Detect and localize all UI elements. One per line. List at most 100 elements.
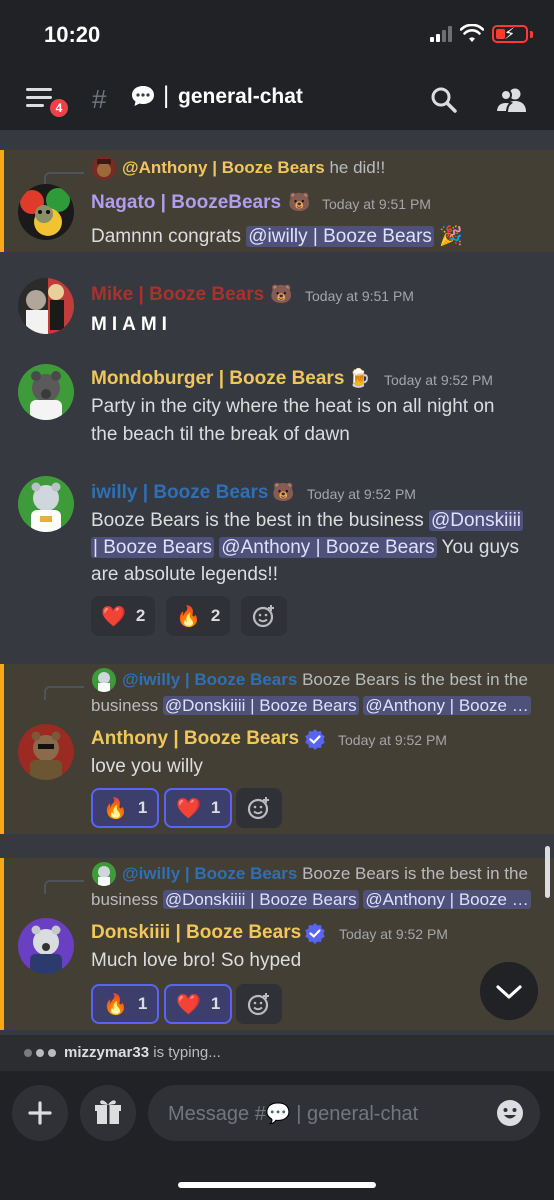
notification-badge: 4 (47, 96, 71, 120)
bear-emoji: 🐻 (272, 482, 295, 502)
reaction-fire[interactable]: 🔥 1 (91, 788, 160, 828)
heart-emoji: ❤️ (101, 605, 126, 628)
status-bar: 10:20 ⚡ (0, 0, 554, 66)
beer-emoji: 🍺 (348, 368, 371, 388)
reply-connector (44, 880, 84, 894)
message-mike: Mike | Booze Bears 🐻 Today at 9:51 PM MI… (0, 276, 554, 348)
reply-connector (44, 686, 84, 700)
username[interactable]: Mondoburger | Booze Bears (91, 368, 344, 390)
speech-bubble-icon: 💬 (265, 1103, 291, 1125)
message-text: are absolute legends!! (91, 564, 278, 585)
reply-avatar (92, 156, 116, 180)
avatar[interactable] (18, 184, 74, 240)
typing-text: mizzymar33 is typing... (64, 1044, 221, 1061)
fire-emoji: 🔥 (103, 993, 128, 1016)
reply-preview[interactable]: @Anthony | Booze Bears he did!! (122, 158, 385, 178)
bear-emoji: 🐻 (288, 192, 311, 212)
timestamp: Today at 9:51 PM (305, 288, 414, 304)
avatar[interactable] (18, 724, 74, 780)
message-nagato: @Anthony | Booze Bears he did!! Nagato |… (0, 150, 554, 252)
reaction-count: 1 (137, 798, 148, 817)
wifi-icon (460, 24, 484, 42)
message-text: Booze Bears is the best in the business … (91, 510, 524, 531)
add-reaction-icon[interactable] (241, 596, 287, 636)
username[interactable]: Donskiiii | Booze Bears (91, 922, 301, 944)
reaction-heart[interactable]: ❤️ 2 (91, 596, 156, 636)
members-icon[interactable] (495, 86, 527, 114)
reaction-fire[interactable]: 🔥 1 (91, 984, 160, 1024)
jump-to-present-button[interactable] (480, 962, 538, 1020)
reaction-heart[interactable]: ❤️ 1 (164, 984, 233, 1024)
search-icon[interactable] (430, 86, 458, 114)
typing-dots-icon (24, 1049, 58, 1057)
message-text: Much love bro! So hyped (91, 950, 302, 971)
message-text: love you willy (91, 756, 203, 777)
bear-emoji: 🐻 (270, 284, 293, 304)
locked-channel-hash-icon: # (92, 84, 107, 114)
user-mention[interactable]: @Donskiiii (428, 510, 524, 531)
avatar[interactable] (18, 918, 74, 974)
timestamp: Today at 9:52 PM (384, 372, 493, 388)
message-text: | Booze Bears @Anthony | Booze Bears You… (91, 537, 520, 558)
home-indicator (178, 1182, 376, 1188)
username[interactable]: Anthony | Booze Bears (91, 728, 299, 750)
battery-cap (530, 31, 533, 38)
gift-icon[interactable] (80, 1085, 136, 1141)
fire-emoji: 🔥 (103, 797, 128, 820)
reply-avatar (92, 862, 116, 886)
reaction-count: 2 (135, 606, 146, 625)
reply-preview[interactable]: @iwilly | Booze Bears Booze Bears is the… (122, 864, 528, 884)
user-mention[interactable]: @Anthony | Booze Bears (219, 537, 437, 558)
charging-bolt-icon: ⚡ (504, 26, 516, 43)
reaction-count: 2 (210, 606, 221, 625)
user-mention[interactable]: | Booze Bears (91, 537, 215, 558)
composer: Message #💬 | general-chat (0, 1071, 554, 1200)
reply-preview-line2: business @Donskiiii | Booze Bears @Antho… (91, 890, 531, 909)
message-text: MIAMI (91, 314, 172, 335)
verified-badge-icon (305, 729, 325, 750)
reaction-heart[interactable]: ❤️ 1 (164, 788, 233, 828)
avatar[interactable] (18, 476, 74, 532)
heart-emoji: ❤️ (176, 993, 201, 1016)
message-text: Damnnn congrats @iwilly | Booze Bears 🎉 (91, 226, 463, 247)
username[interactable]: iwilly | Booze Bears (91, 482, 268, 504)
cellular-signal-icon (430, 26, 454, 42)
typing-indicator: mizzymar33 is typing... (0, 1035, 554, 1071)
timestamp: Today at 9:52 PM (338, 732, 447, 748)
speech-bubble-icon (132, 86, 154, 106)
message-text: the beach til the break of dawn (91, 424, 350, 445)
message-text: Party in the city where the heat is on a… (91, 396, 495, 417)
message-iwilly: iwilly | Booze Bears 🐻 Today at 9:52 PM … (0, 474, 554, 644)
heart-emoji: ❤️ (176, 797, 201, 820)
channel-header: 4 # | general-chat (0, 66, 554, 130)
message-donskiiii: @iwilly | Booze Bears Booze Bears is the… (0, 858, 554, 1030)
message-placeholder: Message #💬 | general-chat (168, 1103, 419, 1125)
timestamp: Today at 9:52 PM (307, 486, 416, 502)
username[interactable]: Nagato | BoozeBears (91, 192, 281, 214)
user-mention[interactable]: @iwilly | Booze Bears (246, 226, 434, 247)
message-input[interactable]: Message #💬 | general-chat (148, 1085, 540, 1141)
timestamp: Today at 9:51 PM (322, 196, 431, 212)
status-time: 10:20 (44, 22, 101, 47)
emoji-picker-icon[interactable] (496, 1099, 524, 1127)
message-list[interactable]: @Anthony | Booze Bears he did!! Nagato |… (0, 130, 554, 1035)
add-reaction-icon[interactable] (236, 788, 282, 828)
channel-title[interactable]: general-chat (178, 85, 303, 109)
message-anthony: @iwilly | Booze Bears Booze Bears is the… (0, 664, 554, 834)
avatar[interactable] (18, 278, 74, 334)
reply-preview-line2: business @Donskiiii | Booze Bears @Antho… (91, 696, 531, 715)
add-attachment-button[interactable] (12, 1085, 68, 1141)
header-divider: | (163, 82, 170, 109)
username[interactable]: Mike | Booze Bears (91, 284, 264, 306)
reaction-count: 1 (210, 798, 221, 817)
message-mondoburger: Mondoburger | Booze Bears 🍺 Today at 9:5… (0, 362, 554, 472)
scrollbar[interactable] (545, 846, 550, 898)
reply-avatar (92, 668, 116, 692)
add-reaction-icon[interactable] (236, 984, 282, 1024)
fire-emoji: 🔥 (176, 605, 201, 628)
verified-badge-icon (305, 923, 325, 944)
reaction-fire[interactable]: 🔥 2 (166, 596, 231, 636)
avatar[interactable] (18, 364, 74, 420)
reaction-count: 1 (137, 994, 148, 1013)
reply-preview[interactable]: @iwilly | Booze Bears Booze Bears is the… (122, 670, 528, 690)
